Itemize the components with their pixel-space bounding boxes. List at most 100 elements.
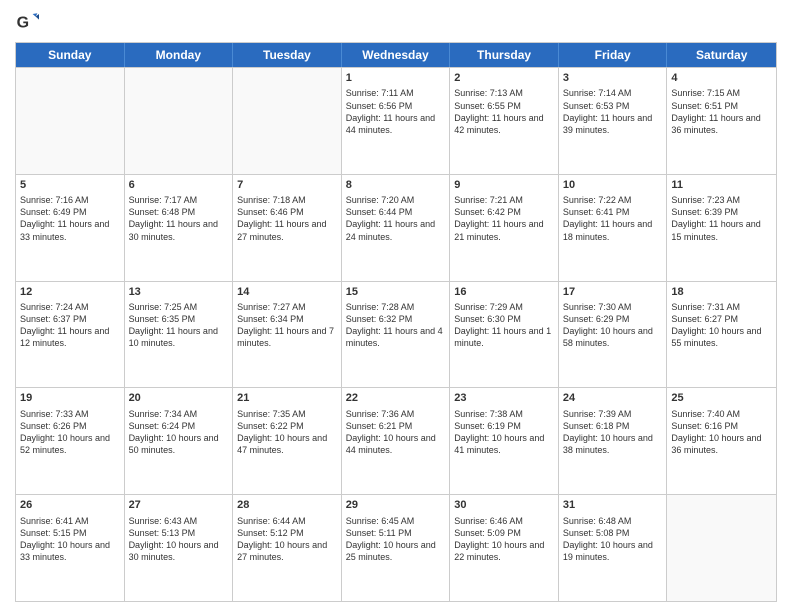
day-number: 30 <box>454 498 554 513</box>
calendar-cell: 15Sunrise: 7:28 AM Sunset: 6:32 PM Dayli… <box>342 282 451 388</box>
day-info: Sunrise: 7:36 AM Sunset: 6:21 PM Dayligh… <box>346 408 446 457</box>
day-number: 3 <box>563 71 663 86</box>
day-info: Sunrise: 7:40 AM Sunset: 6:16 PM Dayligh… <box>671 408 772 457</box>
day-number: 27 <box>129 498 229 513</box>
day-number: 26 <box>20 498 120 513</box>
day-number: 1 <box>346 71 446 86</box>
day-number: 15 <box>346 285 446 300</box>
calendar-cell: 12Sunrise: 7:24 AM Sunset: 6:37 PM Dayli… <box>16 282 125 388</box>
day-number: 20 <box>129 391 229 406</box>
day-info: Sunrise: 6:44 AM Sunset: 5:12 PM Dayligh… <box>237 515 337 564</box>
day-info: Sunrise: 6:48 AM Sunset: 5:08 PM Dayligh… <box>563 515 663 564</box>
calendar-cell: 22 Sunrise: 7:36 AM Sunset: 6:21 PM Dayli… <box>342 388 451 494</box>
day-info: Sunrise: 6:45 AM Sunset: 5:11 PM Dayligh… <box>346 515 446 564</box>
day-info: Sunrise: 7:33 AM Sunset: 6:26 PM Dayligh… <box>20 408 120 457</box>
calendar-cell: 27 Sunrise: 6:43 AM Sunset: 5:13 PM Dayli… <box>125 495 234 601</box>
calendar-cell: 14Sunrise: 7:27 AM Sunset: 6:34 PM Dayli… <box>233 282 342 388</box>
day-number: 14 <box>237 285 337 300</box>
calendar-cell <box>233 68 342 174</box>
day-number: 6 <box>129 178 229 193</box>
day-info: Sunrise: 7:35 AM Sunset: 6:22 PM Dayligh… <box>237 408 337 457</box>
calendar-cell: 17Sunrise: 7:30 AM Sunset: 6:29 PM Dayli… <box>559 282 668 388</box>
calendar-cell: 1Sunrise: 7:11 AM Sunset: 6:56 PM Daylig… <box>342 68 451 174</box>
weekday-header: Monday <box>125 43 234 67</box>
calendar-cell: 3Sunrise: 7:14 AM Sunset: 6:53 PM Daylig… <box>559 68 668 174</box>
day-info: Sunrise: 7:27 AM Sunset: 6:34 PM Dayligh… <box>237 301 337 350</box>
calendar-cell: 20 Sunrise: 7:34 AM Sunset: 6:24 PM Dayli… <box>125 388 234 494</box>
day-info: Sunrise: 6:41 AM Sunset: 5:15 PM Dayligh… <box>20 515 120 564</box>
weekday-header: Friday <box>559 43 668 67</box>
day-info: Sunrise: 7:15 AM Sunset: 6:51 PM Dayligh… <box>671 87 772 136</box>
day-info: Sunrise: 7:18 AM Sunset: 6:46 PM Dayligh… <box>237 194 337 243</box>
day-info: Sunrise: 7:25 AM Sunset: 6:35 PM Dayligh… <box>129 301 229 350</box>
calendar-cell <box>667 495 776 601</box>
calendar-cell: 18Sunrise: 7:31 AM Sunset: 6:27 PM Dayli… <box>667 282 776 388</box>
calendar-cell: 31 Sunrise: 6:48 AM Sunset: 5:08 PM Dayli… <box>559 495 668 601</box>
day-info: Sunrise: 7:20 AM Sunset: 6:44 PM Dayligh… <box>346 194 446 243</box>
day-number: 28 <box>237 498 337 513</box>
day-number: 4 <box>671 71 772 86</box>
calendar-cell <box>125 68 234 174</box>
day-info: Sunrise: 7:34 AM Sunset: 6:24 PM Dayligh… <box>129 408 229 457</box>
day-number: 17 <box>563 285 663 300</box>
calendar-cell: 23 Sunrise: 7:38 AM Sunset: 6:19 PM Dayli… <box>450 388 559 494</box>
day-number: 5 <box>20 178 120 193</box>
day-number: 19 <box>20 391 120 406</box>
calendar-cell <box>16 68 125 174</box>
day-number: 9 <box>454 178 554 193</box>
day-info: Sunrise: 7:39 AM Sunset: 6:18 PM Dayligh… <box>563 408 663 457</box>
calendar-cell: 16Sunrise: 7:29 AM Sunset: 6:30 PM Dayli… <box>450 282 559 388</box>
weekday-header: Thursday <box>450 43 559 67</box>
day-info: Sunrise: 7:30 AM Sunset: 6:29 PM Dayligh… <box>563 301 663 350</box>
calendar-cell: 6Sunrise: 7:17 AM Sunset: 6:48 PM Daylig… <box>125 175 234 281</box>
day-info: Sunrise: 7:22 AM Sunset: 6:41 PM Dayligh… <box>563 194 663 243</box>
day-number: 23 <box>454 391 554 406</box>
day-number: 10 <box>563 178 663 193</box>
logo-icon: G <box>15 10 39 34</box>
calendar-cell: 5Sunrise: 7:16 AM Sunset: 6:49 PM Daylig… <box>16 175 125 281</box>
calendar-cell: 29 Sunrise: 6:45 AM Sunset: 5:11 PM Dayli… <box>342 495 451 601</box>
day-number: 7 <box>237 178 337 193</box>
calendar-body: 1Sunrise: 7:11 AM Sunset: 6:56 PM Daylig… <box>16 67 776 601</box>
calendar-row: 12Sunrise: 7:24 AM Sunset: 6:37 PM Dayli… <box>16 281 776 388</box>
day-number: 8 <box>346 178 446 193</box>
day-info: Sunrise: 7:29 AM Sunset: 6:30 PM Dayligh… <box>454 301 554 350</box>
calendar-cell: 30Sunrise: 6:46 AM Sunset: 5:09 PM Dayli… <box>450 495 559 601</box>
page-header: G <box>15 10 777 34</box>
weekday-header: Saturday <box>667 43 776 67</box>
day-info: Sunrise: 7:23 AM Sunset: 6:39 PM Dayligh… <box>671 194 772 243</box>
day-info: Sunrise: 7:24 AM Sunset: 6:37 PM Dayligh… <box>20 301 120 350</box>
weekday-header: Wednesday <box>342 43 451 67</box>
calendar-row: 5Sunrise: 7:16 AM Sunset: 6:49 PM Daylig… <box>16 174 776 281</box>
day-info: Sunrise: 7:13 AM Sunset: 6:55 PM Dayligh… <box>454 87 554 136</box>
calendar-cell: 11Sunrise: 7:23 AM Sunset: 6:39 PM Dayli… <box>667 175 776 281</box>
day-number: 12 <box>20 285 120 300</box>
weekday-header: Tuesday <box>233 43 342 67</box>
weekday-header: Sunday <box>16 43 125 67</box>
day-number: 24 <box>563 391 663 406</box>
day-info: Sunrise: 7:31 AM Sunset: 6:27 PM Dayligh… <box>671 301 772 350</box>
calendar-row: 1Sunrise: 7:11 AM Sunset: 6:56 PM Daylig… <box>16 67 776 174</box>
day-info: Sunrise: 6:43 AM Sunset: 5:13 PM Dayligh… <box>129 515 229 564</box>
day-info: Sunrise: 7:11 AM Sunset: 6:56 PM Dayligh… <box>346 87 446 136</box>
calendar-cell: 25Sunrise: 7:40 AM Sunset: 6:16 PM Dayli… <box>667 388 776 494</box>
calendar-cell: 21 Sunrise: 7:35 AM Sunset: 6:22 PM Dayli… <box>233 388 342 494</box>
calendar-row: 19 Sunrise: 7:33 AM Sunset: 6:26 PM Dayli… <box>16 387 776 494</box>
calendar-cell: 2Sunrise: 7:13 AM Sunset: 6:55 PM Daylig… <box>450 68 559 174</box>
day-number: 31 <box>563 498 663 513</box>
day-number: 22 <box>346 391 446 406</box>
day-number: 2 <box>454 71 554 86</box>
calendar: SundayMondayTuesdayWednesdayThursdayFrid… <box>15 42 777 602</box>
day-info: Sunrise: 7:38 AM Sunset: 6:19 PM Dayligh… <box>454 408 554 457</box>
calendar-cell: 24 Sunrise: 7:39 AM Sunset: 6:18 PM Dayli… <box>559 388 668 494</box>
day-number: 29 <box>346 498 446 513</box>
day-info: Sunrise: 7:16 AM Sunset: 6:49 PM Dayligh… <box>20 194 120 243</box>
calendar-cell: 9Sunrise: 7:21 AM Sunset: 6:42 PM Daylig… <box>450 175 559 281</box>
day-info: Sunrise: 7:17 AM Sunset: 6:48 PM Dayligh… <box>129 194 229 243</box>
calendar-cell: 10Sunrise: 7:22 AM Sunset: 6:41 PM Dayli… <box>559 175 668 281</box>
calendar-cell: 13Sunrise: 7:25 AM Sunset: 6:35 PM Dayli… <box>125 282 234 388</box>
day-number: 18 <box>671 285 772 300</box>
day-info: Sunrise: 7:28 AM Sunset: 6:32 PM Dayligh… <box>346 301 446 350</box>
day-number: 11 <box>671 178 772 193</box>
day-number: 21 <box>237 391 337 406</box>
